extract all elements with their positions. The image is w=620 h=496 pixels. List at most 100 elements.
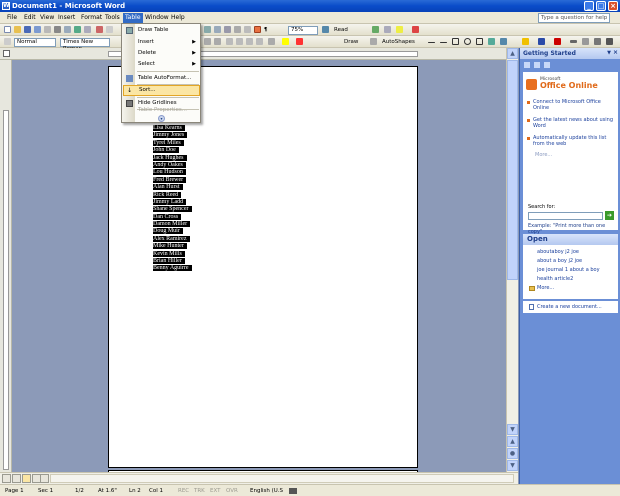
name-row[interactable]: Alan Hurst [153,184,192,191]
vertical-ruler[interactable] [0,60,12,472]
document-area[interactable]: Lisa Kearns Jimmy Jones Tyrel Miles John… [12,60,506,474]
shadow-style-icon[interactable] [606,38,613,45]
name-list[interactable]: Lisa Kearns Jimmy Jones Tyrel Miles John… [153,125,192,273]
connect-office-online-link[interactable]: Connect to Microsoft Office Online [533,99,615,111]
outside-border-icon[interactable] [268,38,275,45]
name-row[interactable]: Jack Hughes [153,154,192,162]
vertical-scrollbar[interactable]: ▲ ▼ ▲ ● ▼ [506,48,518,472]
paragraph-mark-icon[interactable]: ¶ [264,27,268,33]
menu-window[interactable]: Window [145,14,169,21]
zoom-select[interactable]: 75% [288,26,318,35]
help-icon[interactable] [322,26,329,33]
scroll-thumb[interactable] [507,60,518,280]
more-link[interactable]: More... [535,152,617,158]
text-box-icon[interactable] [476,38,483,45]
help-question-input[interactable]: Type a question for help [538,13,610,23]
line-icon[interactable] [428,42,435,43]
name-row[interactable]: Tyrel Miles [153,139,192,147]
search-input[interactable] [528,212,603,220]
word-app-icon[interactable]: W [2,2,10,10]
name-row[interactable]: Fred Brewer [153,176,192,184]
name-row[interactable]: Rick Reed [153,191,192,199]
dash-style-icon[interactable] [582,38,589,45]
recent-file-link[interactable]: joe journal 1 about a boy [537,267,600,273]
new-document-icon[interactable] [4,26,11,33]
line-style-icon[interactable] [570,40,577,43]
task-pane-close-icon[interactable]: × [613,49,618,56]
document-map-icon[interactable] [244,26,251,33]
name-row[interactable]: Jimmy Ladd [153,198,192,206]
status-ovr[interactable]: OVR [226,488,238,494]
name-row[interactable]: Benny Aguirre [153,265,192,272]
style-select[interactable]: Normal [14,38,56,47]
name-row[interactable]: Dan Cross [153,213,192,221]
styles-pane-icon[interactable] [4,38,11,45]
menu-item-sort[interactable]: ↓ Sort... [123,85,200,96]
menu-item-table-autoformat[interactable]: Table AutoFormat... [123,73,200,84]
menu-item-select[interactable]: Select ▶ [123,59,200,70]
latest-news-link[interactable]: Get the latest news about using Word [533,117,615,129]
highlight-color-icon[interactable] [282,38,289,45]
scroll-up-icon[interactable]: ▲ [507,48,518,59]
save-icon[interactable] [24,26,31,33]
increase-indent-icon[interactable] [256,38,263,45]
track-changes-icon[interactable] [384,26,391,33]
spelling-status-icon[interactable] [289,488,297,494]
maximize-button[interactable]: □ [596,1,606,11]
rectangle-icon[interactable] [452,38,459,45]
name-row[interactable]: Alex Ramirez [153,235,192,243]
name-row[interactable]: Andy Oakes [153,161,192,169]
horizontal-scrollbar[interactable] [0,472,518,484]
recent-file-link[interactable]: about a boy j2 joe [537,258,582,264]
read-button[interactable]: Read [334,27,348,33]
cut-icon[interactable] [96,26,103,33]
draw-menu-button[interactable]: Draw [344,39,358,45]
task-pane-dropdown-icon[interactable]: ▼ [607,50,611,56]
next-page-icon[interactable]: ▼ [507,460,518,471]
home-icon[interactable] [543,61,551,69]
search-go-icon[interactable]: ➔ [605,211,614,220]
highlight-icon[interactable] [396,26,403,33]
oval-icon[interactable] [464,38,471,45]
previous-page-icon[interactable]: ▲ [507,436,518,447]
markup-icon[interactable] [412,26,419,33]
insert-table-icon[interactable] [204,26,211,33]
forward-icon[interactable] [533,61,541,69]
spelling-icon[interactable] [74,26,81,33]
name-row[interactable]: John Doe [153,147,192,154]
expand-menu-chevron-icon[interactable]: ▾ [158,115,165,122]
numbering-icon[interactable] [226,38,233,45]
name-row[interactable]: Kevin Mills [153,250,192,258]
print-preview-icon[interactable] [64,26,71,33]
status-trk[interactable]: TRK [194,488,205,494]
normal-view-icon[interactable] [2,474,11,483]
document-page[interactable]: Lisa Kearns Jimmy Jones Tyrel Miles John… [108,66,418,468]
menu-insert[interactable]: Insert [58,14,75,21]
menu-item-insert[interactable]: Insert ▶ [123,37,200,48]
print-layout-view-icon[interactable] [22,474,31,483]
insert-excel-icon[interactable] [214,26,221,33]
minimize-button[interactable]: _ [584,1,594,11]
name-row[interactable]: Shane Spencer [153,206,192,213]
select-objects-icon[interactable] [370,38,377,45]
auto-update-link[interactable]: Automatically update this list from the … [533,135,615,147]
status-rec[interactable]: REC [178,488,189,494]
permission-icon[interactable] [34,26,41,33]
arrow-style-icon[interactable] [594,38,601,45]
align-justify-icon[interactable] [204,38,211,45]
bullets-icon[interactable] [236,38,243,45]
font-color-icon[interactable] [296,38,303,45]
name-row[interactable]: Damon Miller [153,221,192,228]
arrow-icon[interactable] [440,42,447,43]
create-new-document-link[interactable]: Create a new document... [537,304,602,310]
name-row[interactable]: Lisa Kearns [153,125,192,132]
web-layout-view-icon[interactable] [12,474,21,483]
name-row[interactable]: Lou Hudson [153,169,192,176]
columns-icon[interactable] [224,26,231,33]
pen-icon[interactable] [372,26,379,33]
task-pane-header[interactable]: Getting Started ▼ × [520,48,620,59]
reading-layout-view-icon[interactable] [40,474,49,483]
name-row[interactable]: Doug Muir [153,228,192,235]
recent-file-link[interactable]: aboutaboy j2 joe [537,249,579,255]
menu-tools[interactable]: Tools [105,14,120,21]
